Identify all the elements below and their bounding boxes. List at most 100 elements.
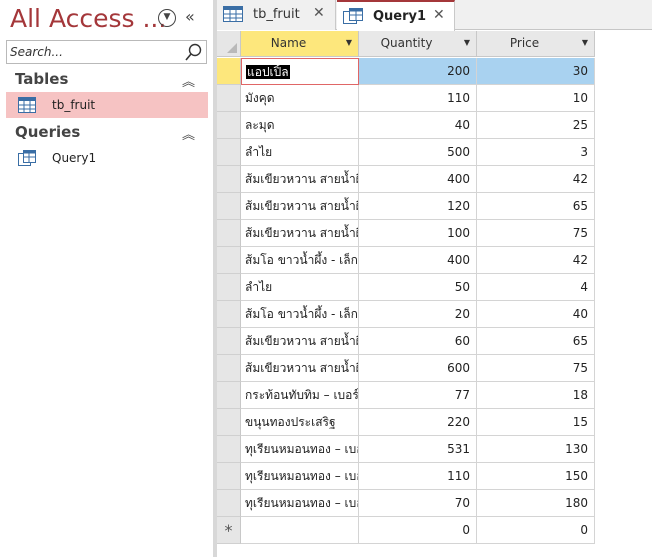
cell-name[interactable]: แอปเปิ้ล bbox=[241, 58, 359, 85]
cell-price[interactable]: 65 bbox=[477, 193, 595, 220]
cell-name[interactable]: กระท้อนทับทิม – เบอร์ใหญ่ bbox=[241, 382, 359, 409]
search-input[interactable]: Search... bbox=[10, 45, 63, 59]
cell-text: ส้มโอ ขาวน้ำผึ้ง - เล็ก bbox=[245, 253, 358, 267]
cell-price[interactable]: 3 bbox=[477, 139, 595, 166]
cell-price[interactable]: 15 bbox=[477, 409, 595, 436]
row-selector[interactable] bbox=[217, 274, 241, 301]
nav-group-queries[interactable]: Queries ︽ bbox=[0, 120, 213, 144]
nav-title[interactable]: All Access ... bbox=[10, 4, 166, 33]
cell-quantity[interactable]: 100 bbox=[359, 220, 477, 247]
cell-quantity[interactable]: 77 bbox=[359, 382, 477, 409]
cell-quantity[interactable]: 120 bbox=[359, 193, 477, 220]
row-selector[interactable] bbox=[217, 436, 241, 463]
row-selector[interactable] bbox=[217, 193, 241, 220]
cell-price[interactable]: 42 bbox=[477, 247, 595, 274]
dropdown-arrow-icon[interactable]: ▼ bbox=[346, 38, 352, 47]
tab-query1[interactable]: Query1 ✕ bbox=[337, 0, 455, 31]
cell-name[interactable]: ส้มเขียวหวาน สายน้ำผึ้ง bbox=[241, 220, 359, 247]
cell-name[interactable]: ส้มโอ ขาวน้ำผึ้ง - เล็ก bbox=[241, 247, 359, 274]
nav-item-query1[interactable]: Query1 bbox=[6, 145, 208, 171]
row-selector[interactable] bbox=[217, 139, 241, 166]
new-record-selector[interactable]: * bbox=[217, 517, 241, 544]
row-selector[interactable] bbox=[217, 409, 241, 436]
cell-price[interactable]: 4 bbox=[477, 274, 595, 301]
cell-price[interactable]: 75 bbox=[477, 355, 595, 382]
cell-quantity[interactable]: 110 bbox=[359, 85, 477, 112]
cell-quantity[interactable]: 0 bbox=[359, 517, 477, 544]
cell-quantity[interactable]: 110 bbox=[359, 463, 477, 490]
row-selector[interactable] bbox=[217, 490, 241, 517]
cell-name[interactable]: ส้มเขียวหวาน สายน้ำผึ้ง bbox=[241, 166, 359, 193]
cell-name[interactable]: ขนุนทองประเสริฐ bbox=[241, 409, 359, 436]
cell-quantity[interactable]: 400 bbox=[359, 247, 477, 274]
row-selector[interactable] bbox=[217, 85, 241, 112]
cell-price[interactable]: 25 bbox=[477, 112, 595, 139]
cell-name[interactable]: ส้มเขียวหวาน สายน้ำผึ้ง bbox=[241, 328, 359, 355]
cell-quantity[interactable]: 40 bbox=[359, 112, 477, 139]
close-icon[interactable]: ✕ bbox=[313, 5, 325, 21]
cell-price[interactable]: 30 bbox=[477, 58, 595, 85]
cell-quantity[interactable]: 60 bbox=[359, 328, 477, 355]
shutter-bar-close-icon[interactable]: « bbox=[185, 7, 195, 26]
row-selector[interactable] bbox=[217, 247, 241, 274]
cell-name[interactable]: ละมุด bbox=[241, 112, 359, 139]
cell-quantity[interactable]: 600 bbox=[359, 355, 477, 382]
dropdown-arrow-icon[interactable]: ▼ bbox=[582, 38, 588, 47]
cell-quantity[interactable]: 20 bbox=[359, 301, 477, 328]
cell-price[interactable]: 65 bbox=[477, 328, 595, 355]
row-selector[interactable] bbox=[217, 58, 241, 85]
datasheet-grid[interactable]: Name ▼ Quantity ▼ Price ▼ แอปเปิ้ล 200 30 ม… bbox=[217, 31, 652, 557]
cell-quantity[interactable]: 531 bbox=[359, 436, 477, 463]
cell-price[interactable]: 150 bbox=[477, 463, 595, 490]
row-selector[interactable] bbox=[217, 355, 241, 382]
column-header-price[interactable]: Price ▼ bbox=[477, 31, 595, 57]
table-icon bbox=[223, 6, 243, 22]
select-all-corner[interactable] bbox=[217, 31, 241, 57]
cell-name[interactable]: ทุเรียนหมอนทอง – เบอร์ใหญ่ bbox=[241, 463, 359, 490]
cell-quantity[interactable]: 200 bbox=[359, 58, 477, 85]
column-header-name[interactable]: Name ▼ bbox=[241, 31, 359, 57]
cell-price[interactable]: 75 bbox=[477, 220, 595, 247]
cell-price[interactable]: 42 bbox=[477, 166, 595, 193]
row-selector[interactable] bbox=[217, 463, 241, 490]
dropdown-arrow-icon[interactable]: ▼ bbox=[464, 38, 470, 47]
cell-text: ส้มโอ ขาวน้ำผึ้ง - เล็ก bbox=[245, 307, 358, 321]
row-selector[interactable] bbox=[217, 166, 241, 193]
cell-price[interactable]: 180 bbox=[477, 490, 595, 517]
cell-quantity[interactable]: 70 bbox=[359, 490, 477, 517]
cell-price[interactable]: 40 bbox=[477, 301, 595, 328]
chevron-up-icon[interactable]: ︽ bbox=[182, 71, 195, 90]
close-icon[interactable]: ✕ bbox=[433, 7, 445, 23]
cell-name[interactable]: ทุเรียนหมอนทอง – เบอร์ใหญ่ bbox=[241, 490, 359, 517]
tab-tb-fruit[interactable]: tb_fruit ✕ bbox=[217, 0, 336, 30]
cell-quantity[interactable]: 50 bbox=[359, 274, 477, 301]
nav-group-tables[interactable]: Tables ︽ bbox=[0, 67, 213, 91]
nav-menu-dropdown-icon[interactable]: ▼ bbox=[158, 9, 176, 27]
cell-price[interactable]: 10 bbox=[477, 85, 595, 112]
query-icon bbox=[343, 8, 363, 24]
search-icon[interactable] bbox=[184, 42, 204, 62]
row-selector[interactable] bbox=[217, 220, 241, 247]
row-selector[interactable] bbox=[217, 112, 241, 139]
search-box[interactable]: Search... bbox=[6, 40, 207, 64]
column-header-quantity[interactable]: Quantity ▼ bbox=[359, 31, 477, 57]
cell-quantity[interactable]: 400 bbox=[359, 166, 477, 193]
cell-name[interactable]: ทุเรียนหมอนทอง – เบอร์ใหญ่ bbox=[241, 436, 359, 463]
cell-name[interactable]: ลำไย bbox=[241, 274, 359, 301]
cell-name[interactable] bbox=[241, 517, 359, 544]
row-selector[interactable] bbox=[217, 328, 241, 355]
cell-price[interactable]: 130 bbox=[477, 436, 595, 463]
cell-quantity[interactable]: 220 bbox=[359, 409, 477, 436]
chevron-up-icon[interactable]: ︽ bbox=[182, 124, 195, 143]
cell-name[interactable]: ลำไย bbox=[241, 139, 359, 166]
row-selector[interactable] bbox=[217, 382, 241, 409]
cell-price[interactable]: 18 bbox=[477, 382, 595, 409]
row-selector[interactable] bbox=[217, 301, 241, 328]
nav-item-tb-fruit[interactable]: tb_fruit bbox=[6, 92, 208, 118]
cell-name[interactable]: ส้มโอ ขาวน้ำผึ้ง - เล็ก bbox=[241, 301, 359, 328]
cell-name[interactable]: มังคุด bbox=[241, 85, 359, 112]
cell-name[interactable]: ส้มเขียวหวาน สายน้ำผึ้ง bbox=[241, 355, 359, 382]
cell-quantity[interactable]: 500 bbox=[359, 139, 477, 166]
cell-name[interactable]: ส้มเขียวหวาน สายน้ำผึ้ง bbox=[241, 193, 359, 220]
cell-price[interactable]: 0 bbox=[477, 517, 595, 544]
